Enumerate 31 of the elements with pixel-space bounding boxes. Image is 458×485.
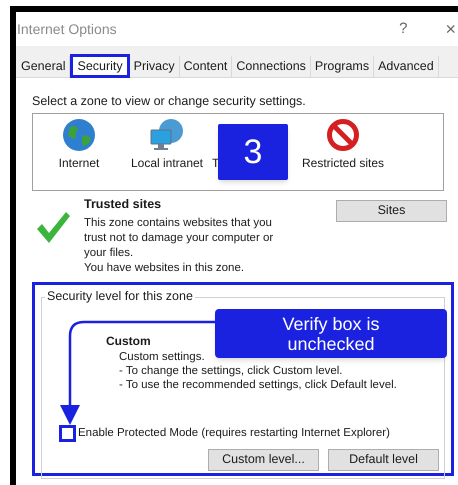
window-title: Internet Options (17, 20, 117, 39)
checkbox-label[interactable]: Enable Protected Mode (requires restarting Internet Explorer) (78, 424, 390, 442)
group-legend: Security level for this zone (45, 288, 195, 304)
tab[interactable]: Programs (310, 56, 374, 77)
zone-description: This zone contains websites that you trust not to damage your computer or your files. You have websites in this zone. (84, 216, 274, 276)
level-description: Custom settings. (119, 350, 205, 364)
zone-label[interactable]: T (212, 156, 220, 171)
level-button[interactable]: Custom level... (208, 448, 319, 470)
zone-label[interactable]: Local intranet (130, 156, 204, 171)
level-button[interactable]: Default level (328, 448, 439, 470)
tab[interactable]: Content (180, 56, 232, 77)
zone-title: Trusted sites (84, 196, 162, 213)
sites-button[interactable]: Sites (336, 200, 447, 222)
network-icon (149, 118, 185, 152)
level-description: - To change the settings, click Custom level. (119, 364, 343, 378)
level-description: - To use the recommended settings, click Default level. (119, 378, 397, 392)
tab[interactable]: Connections (232, 56, 311, 77)
globe-icon (62, 118, 96, 152)
no-entry-icon (326, 118, 360, 152)
protected-mode-checkbox[interactable] (59, 424, 76, 442)
step-badge: 3 (218, 124, 288, 180)
zone-label[interactable]: Restricted sites (302, 156, 384, 171)
tab[interactable]: Advanced (374, 56, 439, 77)
zone-label[interactable]: Internet (58, 156, 100, 171)
tab[interactable]: Security (70, 54, 130, 78)
tab[interactable]: Privacy (130, 56, 180, 77)
zone-prompt: Select a zone to view or change security settings. (32, 93, 307, 110)
callout: Verify box is unchecked (215, 309, 447, 358)
help-button[interactable]: ? (399, 18, 408, 40)
level-name: Custom (106, 332, 151, 350)
close-button[interactable]: × (445, 16, 456, 42)
